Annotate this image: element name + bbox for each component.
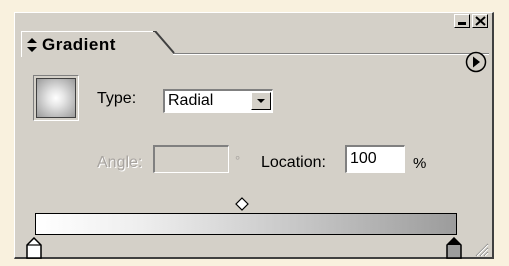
type-value: Radial: [168, 92, 214, 109]
close-button[interactable]: [472, 14, 488, 28]
location-field[interactable]: 100: [345, 145, 405, 173]
tab-label: Gradient: [42, 35, 116, 54]
panel-menu-button[interactable]: [465, 51, 487, 73]
tab-gradient[interactable]: Gradient: [21, 31, 155, 57]
resize-grip-icon[interactable]: [473, 241, 489, 257]
location-value: 100: [350, 150, 377, 167]
panel-titlebar[interactable]: [15, 13, 493, 29]
color-stop-right[interactable]: [446, 237, 462, 259]
color-stop-left[interactable]: [26, 237, 42, 259]
tab-edge: [153, 31, 175, 54]
dropdown-arrow-icon[interactable]: [251, 92, 271, 110]
tab-baseline: [173, 53, 489, 55]
location-label: Location:: [261, 154, 326, 171]
radial-preview: [36, 78, 76, 118]
type-select[interactable]: Radial: [163, 89, 273, 113]
angle-label: Angle:: [97, 154, 143, 171]
type-label: Type:: [97, 90, 137, 107]
tab-row: Gradient: [15, 31, 493, 73]
percent-symbol: %: [413, 155, 427, 172]
midpoint-diamond-icon[interactable]: [235, 197, 249, 211]
gradient-preview-swatch[interactable]: [33, 75, 79, 121]
close-icon: [475, 16, 486, 26]
angle-field[interactable]: [153, 145, 229, 173]
gradient-slider-bar[interactable]: [35, 213, 457, 235]
degree-symbol: °: [235, 153, 241, 168]
gradient-panel: Gradient Type: Radial Angle: ° Location:…: [14, 12, 494, 259]
minimize-button[interactable]: [454, 14, 470, 28]
